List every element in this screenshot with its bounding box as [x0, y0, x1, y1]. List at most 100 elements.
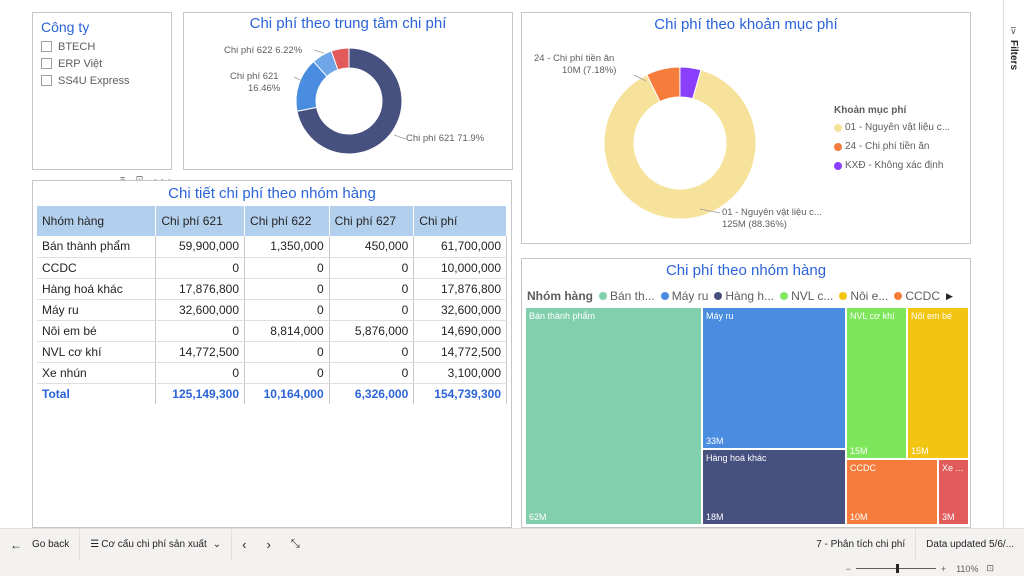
zoom-thumb[interactable] — [895, 564, 899, 573]
legend-dot — [839, 292, 848, 300]
chevron-left-icon: ‹ — [242, 537, 247, 552]
value-cell: 10,000,000 — [413, 257, 507, 279]
zoom-level: 110% — [956, 563, 979, 574]
legend-dot — [894, 292, 903, 300]
legend-dot — [714, 292, 723, 300]
slicer-item-btech[interactable]: BTECH — [41, 38, 163, 55]
legend-item[interactable]: 24 - Chi phí tiền ăn — [834, 141, 950, 152]
legend-title: Khoản mục phí — [834, 105, 907, 116]
treemap-tile[interactable]: Xe ... 3M — [938, 459, 969, 525]
value-cell: 0 — [244, 257, 330, 279]
value-cell: 0 — [155, 257, 246, 279]
fit-to-page-icon[interactable]: ⊡ — [986, 563, 994, 574]
label-material-b: 125M (88.36%) — [722, 219, 787, 230]
fit-page-button[interactable]: ⤡ — [281, 529, 310, 560]
cost-center-donut-card: Chi phí theo trung tâm chi phí Chi phí 6… — [183, 12, 513, 170]
zoom-in-icon[interactable]: + — [941, 564, 946, 574]
legend-item[interactable]: KXĐ - Không xác định — [834, 160, 950, 171]
legend-item[interactable]: NVL c... — [780, 289, 833, 303]
detail-table: Nhóm hàng Chi phí 621 Chi phí 622 Chi ph… — [37, 206, 507, 404]
value-cell: 0 — [244, 278, 330, 300]
prev-page-button[interactable]: ‹ — [232, 529, 256, 560]
total-value-cell: 154,739,300 — [413, 382, 507, 404]
value-cell: 32,600,000 — [413, 299, 507, 321]
checkbox-icon[interactable] — [41, 75, 52, 86]
go-back-button[interactable]: ← Go back — [0, 529, 81, 560]
legend-next-icon[interactable]: ▶ — [946, 291, 953, 302]
filter-icon[interactable]: ⊽ — [1010, 26, 1017, 37]
value-cell: 0 — [329, 299, 415, 321]
label-food-b: 10M (7.18%) — [562, 65, 617, 76]
label-food-a: 24 - Chi phí tiền ăn — [534, 53, 615, 64]
label-621-main: Chi phí 621 71.9% — [406, 133, 485, 144]
row-label-cell: Nôi em bé — [37, 320, 157, 342]
total-label-cell: Total — [37, 382, 157, 404]
chart-title: Chi phí theo khoản mục phí — [654, 16, 838, 33]
value-cell: 0 — [244, 362, 330, 384]
treemap-card: Chi phí theo nhóm hàng Nhóm hàng Bán th.… — [521, 258, 971, 528]
next-page-button[interactable]: › — [256, 529, 280, 560]
detail-table-card: Chi tiết chi phí theo nhóm hàng Nhóm hàn… — [32, 180, 512, 528]
table-row[interactable]: Máy ru 32,600,000 0 0 32,600,000 — [37, 299, 507, 321]
column-header[interactable]: Nhóm hàng — [37, 206, 157, 236]
zoom-control[interactable]: − + 110% ⊡ — [846, 563, 994, 574]
value-cell: 0 — [329, 341, 415, 363]
legend-title: Nhóm hàng — [527, 289, 593, 303]
legend-item[interactable]: CCDC — [894, 289, 940, 303]
value-cell: 450,000 — [329, 236, 415, 258]
table-row[interactable]: Hàng hoá khác 17,876,800 0 0 17,876,800 — [37, 278, 507, 300]
column-header[interactable]: Chi phí 621 — [155, 206, 246, 236]
label-622: Chi phí 622 6.22% — [224, 45, 303, 56]
value-cell: 0 — [155, 320, 246, 342]
legend-item[interactable]: Nôi e... — [839, 289, 888, 303]
table-row[interactable]: Xe nhún 0 0 0 3,100,000 — [37, 362, 507, 384]
checkbox-icon[interactable] — [41, 41, 52, 52]
treemap-title: Chi phí theo nhóm hàng — [665, 262, 827, 279]
row-label-cell: Xe nhún — [37, 362, 157, 384]
legend-dot — [780, 292, 789, 300]
total-value-cell: 6,326,000 — [329, 382, 415, 404]
treemap-tile[interactable]: Hàng hoá khác 18M — [702, 449, 846, 525]
value-cell: 0 — [329, 278, 415, 300]
value-cell: 1,350,000 — [244, 236, 330, 258]
leader-line — [313, 49, 325, 54]
legend-item[interactable]: 01 - Nguyên vật liệu c... — [834, 122, 950, 133]
column-header[interactable]: Chi phí — [413, 206, 507, 236]
table-row[interactable]: NVL cơ khí 14,772,500 0 0 14,772,500 — [37, 341, 507, 363]
table-title: Chi tiết chi phí theo nhóm hàng — [168, 185, 376, 202]
table-row[interactable]: Nôi em bé 0 8,814,000 5,876,000 14,690,000 — [37, 320, 507, 342]
value-cell: 14,772,500 — [155, 341, 246, 363]
slicer-item-ss4u[interactable]: SS4U Express — [41, 72, 163, 89]
treemap-tile[interactable]: NVL cơ khí 15M — [846, 307, 907, 459]
report-nav-bar: ← Go back ☰ Cơ cấu chi phí sản xuất ⌄ ‹ › ⤡… — [0, 528, 1024, 560]
treemap-tile[interactable]: Máy ru 33M — [702, 307, 846, 449]
legend-item[interactable]: Hàng h... — [714, 289, 774, 303]
table-row[interactable]: Bán thành phẩm 59,900,000 1,350,000 450,000… — [37, 236, 507, 258]
column-header[interactable]: Chi phí 627 — [329, 206, 415, 236]
row-label-cell: Hàng hoá khác — [37, 278, 157, 300]
filters-pane[interactable]: ⊽ Filters — [1003, 0, 1024, 576]
value-cell: 14,690,000 — [413, 320, 507, 342]
zoom-slider[interactable] — [855, 564, 936, 573]
table-header-row: Nhóm hàng Chi phí 621 Chi phí 622 Chi ph… — [37, 206, 507, 236]
page-nav-dropdown[interactable]: ☰ Cơ cấu chi phí sản xuất ⌄ — [80, 529, 233, 560]
value-cell: 0 — [329, 257, 415, 279]
filters-label[interactable]: Filters — [1008, 40, 1019, 70]
treemap-tile[interactable]: Nôi em bé 15M — [907, 307, 969, 459]
slicer-item-erp-viet[interactable]: ERP Việt — [41, 55, 163, 72]
zoom-out-icon[interactable]: − — [846, 564, 851, 574]
legend-item[interactable]: Bán th... — [599, 289, 655, 303]
checkbox-icon[interactable] — [41, 58, 52, 69]
value-cell: 14,772,500 — [413, 341, 507, 363]
treemap-tile[interactable]: CCDC 10M — [846, 459, 938, 525]
legend: Khoản mục phí 01 - Nguyên vật liệu c... … — [834, 105, 950, 171]
column-header[interactable]: Chi phí 622 — [244, 206, 330, 236]
table-row[interactable]: CCDC 0 0 0 10,000,000 — [37, 257, 507, 279]
collapse-icon: ⤡ — [290, 538, 300, 550]
page-info: 7 - Phân tích chi phí — [806, 529, 917, 560]
legend-dot — [834, 123, 842, 132]
label-material-a: 01 - Nguyên vật liệu c... — [722, 207, 822, 218]
value-cell: 32,600,000 — [155, 299, 246, 321]
legend-item[interactable]: Máy ru — [660, 289, 708, 303]
treemap-tile[interactable]: Bán thành phẩm 62M — [525, 307, 702, 525]
